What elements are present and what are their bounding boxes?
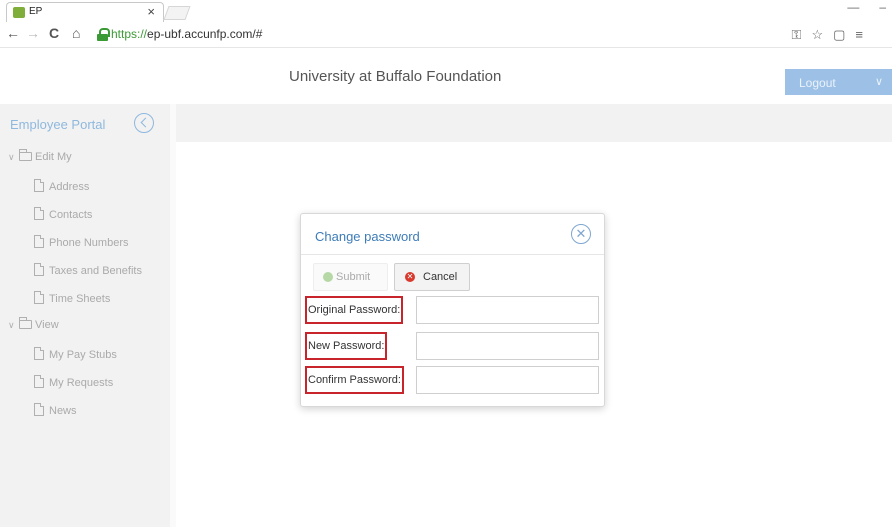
tree-group-edit-my[interactable]: ∨ Edit My — [8, 149, 72, 163]
browser-tab[interactable]: EP × — [6, 2, 164, 22]
file-icon — [34, 179, 44, 192]
file-icon — [34, 263, 44, 276]
browser-tabstrip: EP × — – — [0, 0, 892, 22]
file-icon — [34, 235, 44, 248]
lock-icon — [97, 28, 110, 41]
file-icon — [34, 403, 44, 416]
new-password-field[interactable] — [416, 332, 599, 360]
file-icon — [34, 347, 44, 360]
folder-icon — [19, 317, 32, 329]
reload-icon[interactable]: C — [49, 25, 59, 41]
caret-down-icon: ∨ — [8, 320, 15, 330]
portal-title: Employee Portal — [10, 117, 106, 132]
menu-icon[interactable]: ≡ — [855, 27, 863, 43]
new-password-label: New Password: — [305, 332, 388, 360]
maximize-button[interactable]: – — [879, 0, 886, 20]
tree-group-view[interactable]: ∨ View — [8, 317, 59, 331]
forward-arrow-icon[interactable]: → — [26, 25, 40, 41]
sidebar-item-taxes-and-benefits[interactable]: Taxes and Benefits — [34, 263, 142, 277]
file-icon — [34, 291, 44, 304]
star-icon[interactable]: ☆ — [811, 27, 823, 43]
window-controls: — – — [847, 0, 886, 20]
browser-toolbar: ← → C ⌂ https://ep-ubf.accunfp.com/# ⚿ ☆… — [0, 22, 892, 48]
close-icon[interactable]: ✕ — [571, 224, 591, 244]
cancel-icon: ✕ — [405, 272, 415, 282]
back-arrow-icon[interactable]: ← — [6, 25, 20, 41]
sidebar-item-time-sheets[interactable]: Time Sheets — [34, 291, 110, 305]
logout-label: Logout — [799, 76, 836, 90]
change-password-dialog: Change password ✕ Submit ✕ Cancel Origin… — [300, 213, 605, 407]
favicon-icon — [13, 7, 25, 18]
sidebar-item-my-pay-stubs[interactable]: My Pay Stubs — [34, 347, 117, 361]
minimize-button[interactable]: — — [847, 0, 859, 20]
url-icons: ⚿ ☆ ▢ ≡ — [792, 27, 863, 43]
collapse-sidebar-icon[interactable] — [134, 113, 154, 133]
chevron-down-icon[interactable]: ∨ — [875, 75, 883, 88]
dialog-title: Change password — [315, 229, 420, 244]
confirm-password-field[interactable] — [416, 366, 599, 394]
tab-title: EP — [29, 6, 43, 17]
new-tab-button[interactable] — [163, 6, 191, 20]
check-icon — [323, 272, 333, 282]
original-password-field[interactable] — [416, 296, 599, 324]
home-icon[interactable]: ⌂ — [72, 25, 80, 41]
sidebar-splitter[interactable] — [170, 104, 176, 527]
cancel-button[interactable]: ✕ Cancel — [394, 263, 470, 291]
sidebar-item-contacts[interactable]: Contacts — [34, 207, 92, 221]
confirm-password-label: Confirm Password: — [305, 366, 404, 394]
content-toolbar — [176, 104, 892, 142]
sidebar-item-news[interactable]: News — [34, 403, 77, 417]
sidebar: Employee Portal ∨ Edit My Address Contact… — [0, 104, 170, 527]
url-text: https://ep-ubf.accunfp.com/# — [111, 27, 263, 41]
caret-down-icon: ∨ — [8, 152, 15, 162]
tab-close-icon[interactable]: × — [147, 4, 155, 19]
submit-button[interactable]: Submit — [313, 263, 388, 291]
address-bar[interactable]: https://ep-ubf.accunfp.com/# ⚿ ☆ ▢ ≡ — [97, 25, 867, 45]
original-password-label: Original Password: — [305, 296, 404, 324]
sidebar-item-address[interactable]: Address — [34, 179, 89, 193]
app-header: University at Buffalo Foundation — [0, 62, 892, 92]
app-title: University at Buffalo Foundation — [289, 68, 502, 85]
key-icon[interactable]: ⚿ — [792, 27, 802, 43]
sidebar-item-my-requests[interactable]: My Requests — [34, 375, 113, 389]
file-icon — [34, 375, 44, 388]
folder-icon — [19, 149, 32, 161]
file-icon — [34, 207, 44, 220]
sidebar-item-phone-numbers[interactable]: Phone Numbers — [34, 235, 129, 249]
dialog-divider — [301, 254, 604, 255]
extension-icon[interactable]: ▢ — [833, 27, 845, 43]
logout-button[interactable]: Logout ∨ — [785, 69, 892, 95]
